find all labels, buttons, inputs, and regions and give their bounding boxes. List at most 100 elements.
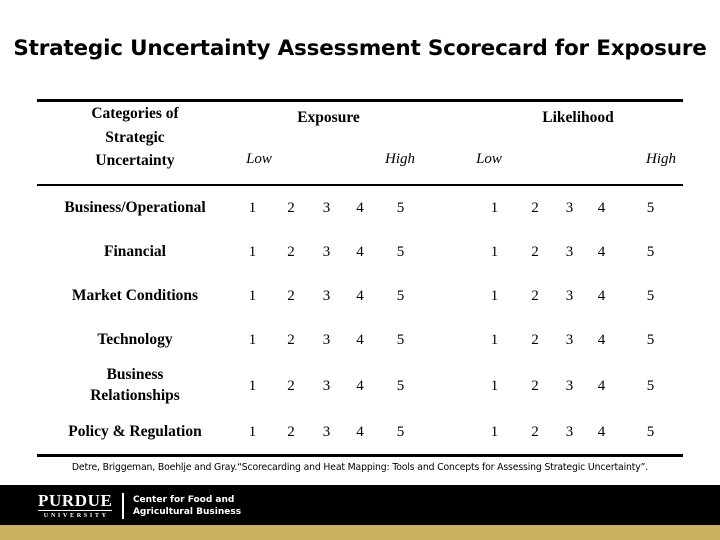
row-label-line-1: Business bbox=[106, 366, 164, 384]
likelihood-group-label: Likelihood bbox=[542, 109, 614, 126]
likelihood-score-1[interactable]: 1 bbox=[473, 318, 516, 362]
likelihood-score-1[interactable]: 1 bbox=[473, 186, 516, 230]
likelihood-score-5[interactable]: 5 bbox=[618, 410, 683, 454]
likelihood-score-5[interactable]: 5 bbox=[618, 274, 683, 318]
likelihood-score-3[interactable]: 3 bbox=[554, 186, 585, 230]
exposure-score-2[interactable]: 2 bbox=[272, 410, 310, 454]
likelihood-score-1[interactable]: 1 bbox=[473, 230, 516, 274]
likelihood-score-4[interactable]: 4 bbox=[585, 274, 618, 318]
table-row[interactable]: Financial 1 2 3 4 5 1 2 3 4 5 bbox=[37, 230, 683, 274]
exposure-score-2[interactable]: 2 bbox=[272, 186, 310, 230]
likelihood-score-3[interactable]: 3 bbox=[554, 318, 585, 362]
likelihood-score-5[interactable]: 5 bbox=[618, 318, 683, 362]
likelihood-score-2[interactable]: 2 bbox=[516, 274, 554, 318]
likelihood-score-3[interactable]: 3 bbox=[554, 410, 585, 454]
table-row[interactable]: Business Relationships 1 2 3 4 5 1 2 3 4… bbox=[37, 362, 683, 410]
exposure-score-2[interactable]: 2 bbox=[272, 230, 310, 274]
exposure-score-4[interactable]: 4 bbox=[343, 362, 377, 410]
exposure-group-label: Exposure bbox=[297, 109, 360, 126]
likelihood-score-5[interactable]: 5 bbox=[618, 230, 683, 274]
likelihood-score-2[interactable]: 2 bbox=[516, 230, 554, 274]
likelihood-score-3[interactable]: 3 bbox=[554, 274, 585, 318]
exposure-score-3[interactable]: 3 bbox=[310, 362, 343, 410]
logo-divider bbox=[122, 493, 124, 519]
exposure-score-4[interactable]: 4 bbox=[343, 318, 377, 362]
likelihood-score-3[interactable]: 3 bbox=[554, 362, 585, 410]
category-header-cell: Categories of Strategic Uncertainty bbox=[37, 102, 233, 184]
exposure-score-4[interactable]: 4 bbox=[343, 230, 377, 274]
likelihood-group-cell: Likelihood Low High bbox=[473, 102, 683, 184]
row-label-business-relationships: Business Relationships bbox=[37, 362, 233, 410]
likelihood-score-3[interactable]: 3 bbox=[554, 230, 585, 274]
category-header-line-2: Strategic bbox=[105, 128, 165, 146]
exposure-low-anchor: Low bbox=[246, 151, 272, 167]
exposure-score-3[interactable]: 3 bbox=[310, 186, 343, 230]
likelihood-high-anchor: High bbox=[646, 151, 676, 167]
table-row[interactable]: Technology 1 2 3 4 5 1 2 3 4 5 bbox=[37, 318, 683, 362]
exposure-score-1[interactable]: 1 bbox=[233, 186, 272, 230]
exposure-score-3[interactable]: 3 bbox=[310, 410, 343, 454]
exposure-score-4[interactable]: 4 bbox=[343, 274, 377, 318]
exposure-score-5[interactable]: 5 bbox=[377, 230, 424, 274]
likelihood-score-2[interactable]: 2 bbox=[516, 318, 554, 362]
exposure-score-5[interactable]: 5 bbox=[377, 318, 424, 362]
likelihood-score-2[interactable]: 2 bbox=[516, 410, 554, 454]
table-row[interactable]: Business/Operational 1 2 3 4 5 1 2 3 4 5 bbox=[37, 186, 683, 230]
purdue-logo: PURDUE UNIVERSITY Center for Food and Ag… bbox=[38, 491, 241, 521]
likelihood-score-2[interactable]: 2 bbox=[516, 186, 554, 230]
exposure-score-4[interactable]: 4 bbox=[343, 410, 377, 454]
exposure-score-1[interactable]: 1 bbox=[233, 410, 272, 454]
likelihood-score-4[interactable]: 4 bbox=[585, 186, 618, 230]
likelihood-score-1[interactable]: 1 bbox=[473, 362, 516, 410]
exposure-score-1[interactable]: 1 bbox=[233, 274, 272, 318]
center-name-line-2: Agricultural Business bbox=[132, 507, 242, 517]
exposure-score-3[interactable]: 3 bbox=[310, 274, 343, 318]
exposure-score-1[interactable]: 1 bbox=[233, 318, 272, 362]
exposure-score-1[interactable]: 1 bbox=[233, 362, 272, 410]
row-label-line-1: Business/Operational bbox=[64, 198, 206, 216]
row-label-line-1: Technology bbox=[97, 330, 173, 348]
likelihood-score-4[interactable]: 4 bbox=[585, 362, 618, 410]
row-label-line-1: Financial bbox=[103, 242, 166, 260]
row-label-business-operational: Business/Operational bbox=[37, 186, 233, 230]
exposure-score-5[interactable]: 5 bbox=[377, 186, 424, 230]
row-label-financial: Financial bbox=[37, 230, 233, 274]
purdue-wordmark-group: PURDUE UNIVERSITY bbox=[38, 492, 122, 519]
row-label-line-1: Market Conditions bbox=[71, 286, 199, 304]
scorecard-table: Categories of Strategic Uncertainty Expo… bbox=[37, 102, 683, 184]
exposure-score-2[interactable]: 2 bbox=[272, 274, 310, 318]
likelihood-score-5[interactable]: 5 bbox=[618, 186, 683, 230]
row-label-line-1: Policy & Regulation bbox=[68, 422, 202, 440]
category-header-line-1: Categories of bbox=[91, 105, 179, 122]
exposure-score-1[interactable]: 1 bbox=[233, 230, 272, 274]
row-gap-cell bbox=[424, 274, 473, 318]
row-gap-cell bbox=[424, 318, 473, 362]
likelihood-score-4[interactable]: 4 bbox=[585, 318, 618, 362]
exposure-score-5[interactable]: 5 bbox=[377, 362, 424, 410]
exposure-score-2[interactable]: 2 bbox=[272, 362, 310, 410]
exposure-score-5[interactable]: 5 bbox=[377, 410, 424, 454]
likelihood-low-anchor: Low bbox=[476, 151, 502, 167]
likelihood-score-4[interactable]: 4 bbox=[585, 410, 618, 454]
footer-gold-bar bbox=[0, 525, 720, 540]
table-header-row: Categories of Strategic Uncertainty Expo… bbox=[37, 102, 683, 184]
likelihood-score-5[interactable]: 5 bbox=[618, 362, 683, 410]
likelihood-score-4[interactable]: 4 bbox=[585, 230, 618, 274]
table-row[interactable]: Policy & Regulation 1 2 3 4 5 1 2 3 4 5 bbox=[37, 410, 683, 454]
page-title: Strategic Uncertainty Assessment Scoreca… bbox=[13, 36, 707, 61]
exposure-score-2[interactable]: 2 bbox=[272, 318, 310, 362]
exposure-score-3[interactable]: 3 bbox=[310, 318, 343, 362]
exposure-score-5[interactable]: 5 bbox=[377, 274, 424, 318]
table-bottom-rule bbox=[37, 454, 683, 457]
row-gap-cell bbox=[424, 186, 473, 230]
row-gap-cell bbox=[424, 362, 473, 410]
scorecard-table-wrapper: Categories of Strategic Uncertainty Expo… bbox=[37, 99, 683, 457]
table-row[interactable]: Market Conditions 1 2 3 4 5 1 2 3 4 5 bbox=[37, 274, 683, 318]
likelihood-score-2[interactable]: 2 bbox=[516, 362, 554, 410]
likelihood-score-1[interactable]: 1 bbox=[473, 274, 516, 318]
likelihood-score-1[interactable]: 1 bbox=[473, 410, 516, 454]
center-name-line-1: Center for Food and bbox=[132, 494, 235, 505]
exposure-score-4[interactable]: 4 bbox=[343, 186, 377, 230]
exposure-score-3[interactable]: 3 bbox=[310, 230, 343, 274]
row-label-market-conditions: Market Conditions bbox=[37, 274, 233, 318]
